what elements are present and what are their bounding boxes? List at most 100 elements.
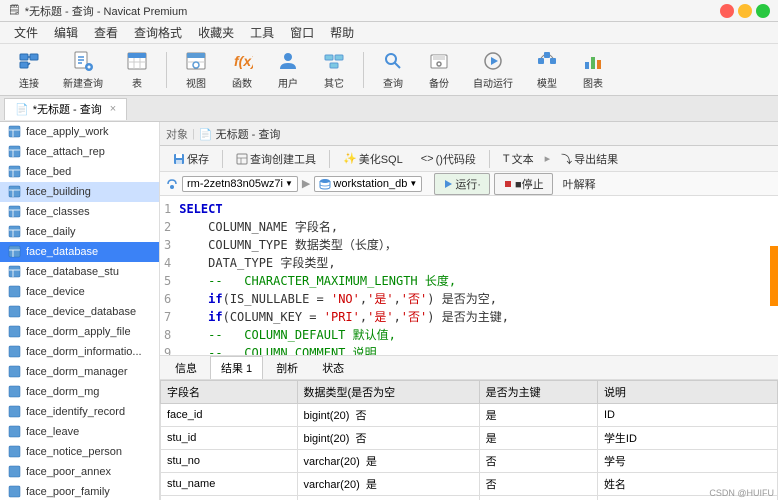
- sidebar-label: face_dorm_informatio...: [26, 346, 142, 358]
- sidebar-item-face-poor-annex[interactable]: face_poor_annex: [0, 462, 159, 482]
- table-row[interactable]: stu_sex char(1) 是 否 性别: [161, 496, 778, 500]
- cell-primary: 否: [479, 473, 597, 496]
- chart-label: 图表: [583, 75, 603, 90]
- connect-button[interactable]: 连接: [8, 44, 50, 95]
- table-button[interactable]: 表: [116, 44, 158, 95]
- auto-run-button[interactable]: 自动运行: [464, 44, 522, 95]
- sidebar-item-face-attach-rep[interactable]: face_attach_rep: [0, 142, 159, 162]
- sidebar-item-face-daily[interactable]: face_daily: [0, 222, 159, 242]
- table-small-icon: [8, 125, 22, 139]
- backup-button[interactable]: 备份: [418, 44, 460, 95]
- chart-button[interactable]: 图表: [572, 44, 614, 95]
- sidebar-item-face-notice-person[interactable]: face_notice_person: [0, 442, 159, 462]
- model-icon: [535, 49, 559, 73]
- table-small-icon-11: [8, 325, 22, 339]
- close-button[interactable]: [720, 4, 734, 18]
- menu-window[interactable]: 窗口: [282, 22, 322, 43]
- result-tab-results[interactable]: 结果 1: [210, 356, 263, 379]
- table-small-icon-17: [8, 445, 22, 459]
- sidebar: face_apply_work face_attach_rep face_bed…: [0, 122, 160, 500]
- table-row[interactable]: stu_name varchar(20) 是 否 姓名: [161, 473, 778, 496]
- sidebar-item-face-dorm-mg[interactable]: face_dorm_mg: [0, 382, 159, 402]
- stop-icon: [503, 179, 513, 189]
- menu-favorites[interactable]: 收藏夹: [190, 22, 242, 43]
- minimize-button[interactable]: [738, 4, 752, 18]
- user-button[interactable]: 用户: [267, 44, 309, 95]
- menu-file[interactable]: 文件: [6, 22, 46, 43]
- sql-editor[interactable]: 12345 6789 SELECT COLUMN_NAME 字段名, COLUM…: [160, 196, 778, 356]
- sidebar-item-face-device-database[interactable]: face_device_database: [0, 302, 159, 322]
- text-button[interactable]: T 文本: [496, 148, 541, 170]
- sidebar-item-face-identify-record[interactable]: face_identify_record: [0, 402, 159, 422]
- connection-value: rm-2zetn83n05wz7i: [187, 178, 283, 190]
- explain-button[interactable]: 叶解释: [557, 174, 602, 194]
- run-button[interactable]: 运行·: [434, 173, 490, 195]
- result-tab-profile[interactable]: 剖析: [265, 356, 309, 379]
- sidebar-item-face-dorm-apply-file[interactable]: face_dorm_apply_file: [0, 322, 159, 342]
- menu-help[interactable]: 帮助: [322, 22, 362, 43]
- stop-button[interactable]: ■停止: [494, 173, 553, 195]
- menu-view[interactable]: 查看: [86, 22, 126, 43]
- col-header-field[interactable]: 字段名: [161, 381, 298, 404]
- qtoolbar-sep1: [222, 150, 223, 168]
- new-query-button[interactable]: 新建查询: [54, 44, 112, 95]
- builder-button[interactable]: 查询创建工具: [229, 148, 323, 170]
- qtoolbar-sep2: [329, 150, 330, 168]
- query-tab[interactable]: 📄 *无标题 - 查询 ×: [4, 98, 127, 120]
- table-label: 表: [132, 75, 142, 90]
- model-button[interactable]: 模型: [526, 44, 568, 95]
- col-header-primary[interactable]: 是否为主键: [479, 381, 597, 404]
- beautify-button[interactable]: ✨ 美化SQL: [336, 148, 410, 170]
- sidebar-label: face_building: [26, 186, 91, 198]
- menu-edit[interactable]: 编辑: [46, 22, 86, 43]
- other-button[interactable]: 其它: [313, 44, 355, 95]
- text-icon: T: [503, 153, 510, 165]
- save-button[interactable]: 保存: [166, 148, 216, 170]
- db-icon: [319, 178, 331, 190]
- sidebar-item-face-database-stu[interactable]: face_database_stu: [0, 262, 159, 282]
- menu-tools[interactable]: 工具: [242, 22, 282, 43]
- col-header-comment[interactable]: 说明: [597, 381, 777, 404]
- view-button[interactable]: 视图: [175, 44, 217, 95]
- sidebar-item-face-classes[interactable]: face_classes: [0, 202, 159, 222]
- connection-select[interactable]: rm-2zetn83n05wz7i ▼: [182, 176, 298, 192]
- other-icon: [322, 49, 346, 73]
- col-header-type[interactable]: 数据类型(是否为空: [297, 381, 479, 404]
- maximize-button[interactable]: [756, 4, 770, 18]
- qtoolbar-sep3: [489, 150, 490, 168]
- watermark: CSDN @HUIFU: [709, 488, 774, 498]
- sidebar-label: face_dorm_manager: [26, 366, 128, 378]
- explain-label: 叶解释: [563, 176, 596, 192]
- sidebar-item-face-dorm-manager[interactable]: face_dorm_manager: [0, 362, 159, 382]
- code-snippet-button[interactable]: <> ()代码段: [414, 148, 483, 170]
- sql-code[interactable]: SELECT COLUMN_NAME 字段名, COLUMN_TYPE 数据类型…: [179, 200, 509, 356]
- sidebar-item-face-dorm-information[interactable]: face_dorm_informatio...: [0, 342, 159, 362]
- connect-icon: [17, 49, 41, 73]
- function-button[interactable]: f(x) 函数: [221, 44, 263, 95]
- result-tab-status[interactable]: 状态: [311, 356, 355, 379]
- result-tab-info[interactable]: 信息: [164, 356, 208, 379]
- table-small-icon-13: [8, 365, 22, 379]
- table-row[interactable]: stu_no varchar(20) 是 否 学号: [161, 450, 778, 473]
- sidebar-item-face-leave[interactable]: face_leave: [0, 422, 159, 442]
- table-row[interactable]: stu_id bigint(20) 否 是 学生ID: [161, 427, 778, 450]
- active-tab-indicator: 📄 无标题 - 查询: [199, 126, 281, 142]
- sidebar-item-face-bed[interactable]: face_bed: [0, 162, 159, 182]
- table-container[interactable]: 字段名 数据类型(是否为空 是否为主键 说明 face_id bigint(20…: [160, 380, 778, 500]
- table-small-icon-9: [8, 285, 22, 299]
- sidebar-item-face-device[interactable]: face_device: [0, 282, 159, 302]
- sidebar-item-face-poor-family[interactable]: face_poor_family: [0, 482, 159, 500]
- results-table: 字段名 数据类型(是否为空 是否为主键 说明 face_id bigint(20…: [160, 380, 778, 500]
- sidebar-item-face-apply-work[interactable]: face_apply_work: [0, 122, 159, 142]
- query-button[interactable]: 查询: [372, 44, 414, 95]
- sidebar-item-face-building[interactable]: face_building: [0, 182, 159, 202]
- menu-query-format[interactable]: 查询格式: [126, 22, 190, 43]
- sidebar-item-face-database[interactable]: face_database: [0, 242, 159, 262]
- table-row[interactable]: face_id bigint(20) 否 是 ID: [161, 404, 778, 427]
- database-select[interactable]: workstation_db ▼: [314, 176, 422, 192]
- sidebar-label: face_bed: [26, 166, 71, 178]
- sidebar-label: face_apply_work: [26, 126, 109, 138]
- tab-bar: 📄 *无标题 - 查询 ×: [0, 96, 778, 122]
- tab-close-button[interactable]: ×: [110, 103, 116, 115]
- export-button[interactable]: ⤵ 导出结果: [554, 148, 625, 170]
